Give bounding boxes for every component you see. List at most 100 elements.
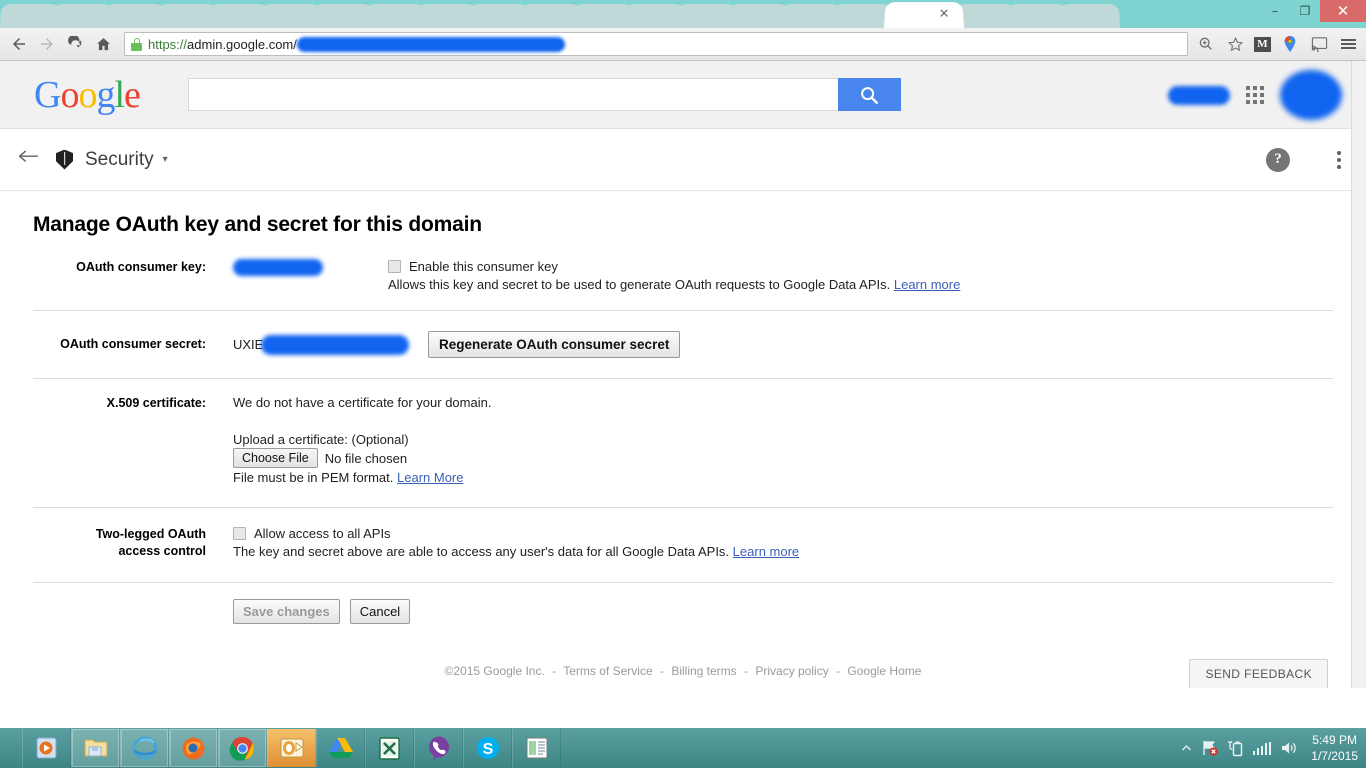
certificate-format-note-row: File must be in PEM format. Learn More xyxy=(233,470,1333,485)
home-icon[interactable] xyxy=(90,31,116,57)
consumer-key-learn-more-link[interactable]: Learn more xyxy=(894,277,960,292)
signal-bars-icon[interactable] xyxy=(1252,741,1272,755)
search-input[interactable] xyxy=(187,78,838,111)
two-legged-label-line2: access control xyxy=(118,543,206,558)
clock[interactable]: 5:49 PM 1/7/2015 xyxy=(1307,732,1358,764)
search-button[interactable] xyxy=(837,78,901,111)
chrome-menu-icon[interactable] xyxy=(1338,34,1358,54)
window-controls: – ❐ ✕ xyxy=(1260,0,1366,22)
consumer-secret-redaction xyxy=(261,334,410,355)
certificate-status: We do not have a certificate for your do… xyxy=(233,395,492,410)
certificate-format-note: File must be in PEM format. xyxy=(233,470,394,485)
excel-icon[interactable] xyxy=(365,729,414,767)
windows-taskbar: S 5:49 PM 1/7/2015 xyxy=(0,728,1366,768)
consumer-key-row: OAuth consumer key: Enable this consumer… xyxy=(33,259,1333,292)
consumer-key-label: OAuth consumer key: xyxy=(76,260,206,274)
document-app-icon[interactable] xyxy=(512,729,561,767)
chevron-down-icon[interactable]: ▾ xyxy=(163,154,168,165)
zoom-icon[interactable] xyxy=(1196,34,1216,54)
browser-tab[interactable] xyxy=(1058,3,1120,28)
two-legged-body: Allow access to all APIs The key and sec… xyxy=(218,526,1333,560)
tab-close-icon[interactable]: × xyxy=(939,7,950,21)
clock-time: 5:49 PM xyxy=(1312,732,1357,747)
certificate-learn-more-link[interactable]: Learn More xyxy=(397,470,463,485)
media-player-icon[interactable] xyxy=(22,729,71,767)
google-home-link[interactable]: Google Home xyxy=(847,664,921,678)
cancel-button[interactable]: Cancel xyxy=(349,598,411,624)
avatar[interactable] xyxy=(1280,70,1342,120)
clock-date: 1/7/2015 xyxy=(1311,749,1358,763)
bookmark-star-icon[interactable] xyxy=(1225,34,1245,54)
cast-icon[interactable] xyxy=(1309,34,1329,54)
skype-icon[interactable]: S xyxy=(463,729,512,767)
page-section-title[interactable]: Security xyxy=(85,149,154,171)
billing-terms-link[interactable]: Billing terms xyxy=(671,664,736,678)
viber-icon[interactable] xyxy=(414,729,463,767)
system-tray: 5:49 PM 1/7/2015 xyxy=(1181,728,1366,768)
network-error-icon[interactable] xyxy=(1201,740,1219,756)
file-status-text: No file chosen xyxy=(324,450,408,466)
consumer-key-description: Allows this key and secret to be used to… xyxy=(388,277,1333,292)
enable-consumer-key-checkbox[interactable] xyxy=(388,260,401,273)
reload-icon[interactable] xyxy=(62,31,88,57)
toolbar-icons: M xyxy=(1196,34,1360,54)
tab-strip: × – ❐ ✕ xyxy=(0,0,1366,28)
security-nav-actions: ? xyxy=(1266,147,1344,172)
browser-window: × – ❐ ✕ https://admin.google.com/ M Goog… xyxy=(0,0,1366,728)
footer-separator: - xyxy=(659,664,664,678)
forward-arrow-icon[interactable] xyxy=(34,31,60,57)
firefox-icon[interactable] xyxy=(169,729,218,767)
gmail-icon[interactable]: M xyxy=(1254,36,1271,52)
battery-icon[interactable] xyxy=(1228,740,1244,757)
two-legged-learn-more-link[interactable]: Learn more xyxy=(733,544,799,559)
two-legged-description: The key and secret above are able to acc… xyxy=(233,544,1333,559)
account-email-redaction[interactable] xyxy=(1168,85,1230,105)
chrome-icon[interactable] xyxy=(218,729,267,767)
consumer-key-value-redaction xyxy=(233,259,323,276)
regenerate-secret-button[interactable]: Regenerate OAuth consumer secret xyxy=(428,331,681,358)
minimize-button[interactable]: – xyxy=(1260,0,1290,22)
close-window-button[interactable]: ✕ xyxy=(1320,0,1366,22)
chevron-up-icon[interactable] xyxy=(1181,744,1192,753)
google-bar-right xyxy=(1168,61,1342,129)
active-browser-tab[interactable]: × xyxy=(884,2,964,28)
outlook-icon[interactable] xyxy=(267,729,316,767)
back-arrow-icon[interactable] xyxy=(14,148,42,171)
volume-icon[interactable] xyxy=(1280,740,1298,756)
google-drive-icon[interactable] xyxy=(316,729,365,767)
chrome-extension-icon[interactable] xyxy=(1280,34,1300,54)
file-explorer-icon[interactable] xyxy=(71,729,120,767)
allow-all-apis-checkbox[interactable] xyxy=(233,527,246,540)
apps-grid-icon[interactable] xyxy=(1246,86,1264,104)
google-logo[interactable]: Google xyxy=(34,73,141,117)
terms-of-service-link[interactable]: Terms of Service xyxy=(563,664,652,678)
help-icon[interactable]: ? xyxy=(1266,147,1290,172)
privacy-policy-link[interactable]: Privacy policy xyxy=(755,664,828,678)
consumer-secret-actions: Regenerate OAuth consumer secret xyxy=(428,331,681,358)
address-bar[interactable]: https://admin.google.com/ xyxy=(124,32,1188,56)
enable-consumer-key-checkbox-row[interactable]: Enable this consumer key xyxy=(388,259,1333,274)
footer-separator: - xyxy=(836,664,841,678)
enable-consumer-key-label: Enable this consumer key xyxy=(409,259,558,274)
consumer-key-body: Enable this consumer key Allows this key… xyxy=(388,259,1333,292)
file-upload-row: Choose File No file chosen xyxy=(233,448,1333,468)
more-vertical-icon[interactable] xyxy=(1334,148,1344,172)
internet-explorer-icon[interactable] xyxy=(120,729,169,767)
maximize-button[interactable]: ❐ xyxy=(1290,0,1320,22)
page-title: Manage OAuth key and secret for this dom… xyxy=(33,213,482,236)
choose-file-button[interactable]: Choose File xyxy=(233,448,318,468)
lock-icon xyxy=(131,37,142,51)
google-bar: Google xyxy=(0,61,1366,129)
certificate-upload-label: Upload a certificate: (Optional) xyxy=(233,432,409,447)
consumer-secret-row: OAuth consumer secret: UXIE Regenerate O… xyxy=(33,311,1333,378)
allow-all-apis-checkbox-row[interactable]: Allow access to all APIs xyxy=(233,526,1333,541)
certificate-label: X.509 certificate: xyxy=(106,396,206,410)
footer-separator: - xyxy=(552,664,557,678)
send-feedback-button[interactable]: SEND FEEDBACK xyxy=(1189,659,1328,688)
page-scrollbar[interactable] xyxy=(1351,61,1366,688)
browser-toolbar: https://admin.google.com/ M xyxy=(0,28,1366,61)
save-changes-button[interactable]: Save changes xyxy=(233,598,340,624)
url-host: admin.google.com/ xyxy=(187,36,297,52)
two-legged-row: Two-legged OAuth access control Allow ac… xyxy=(33,508,1333,582)
back-arrow-icon[interactable] xyxy=(6,31,32,57)
